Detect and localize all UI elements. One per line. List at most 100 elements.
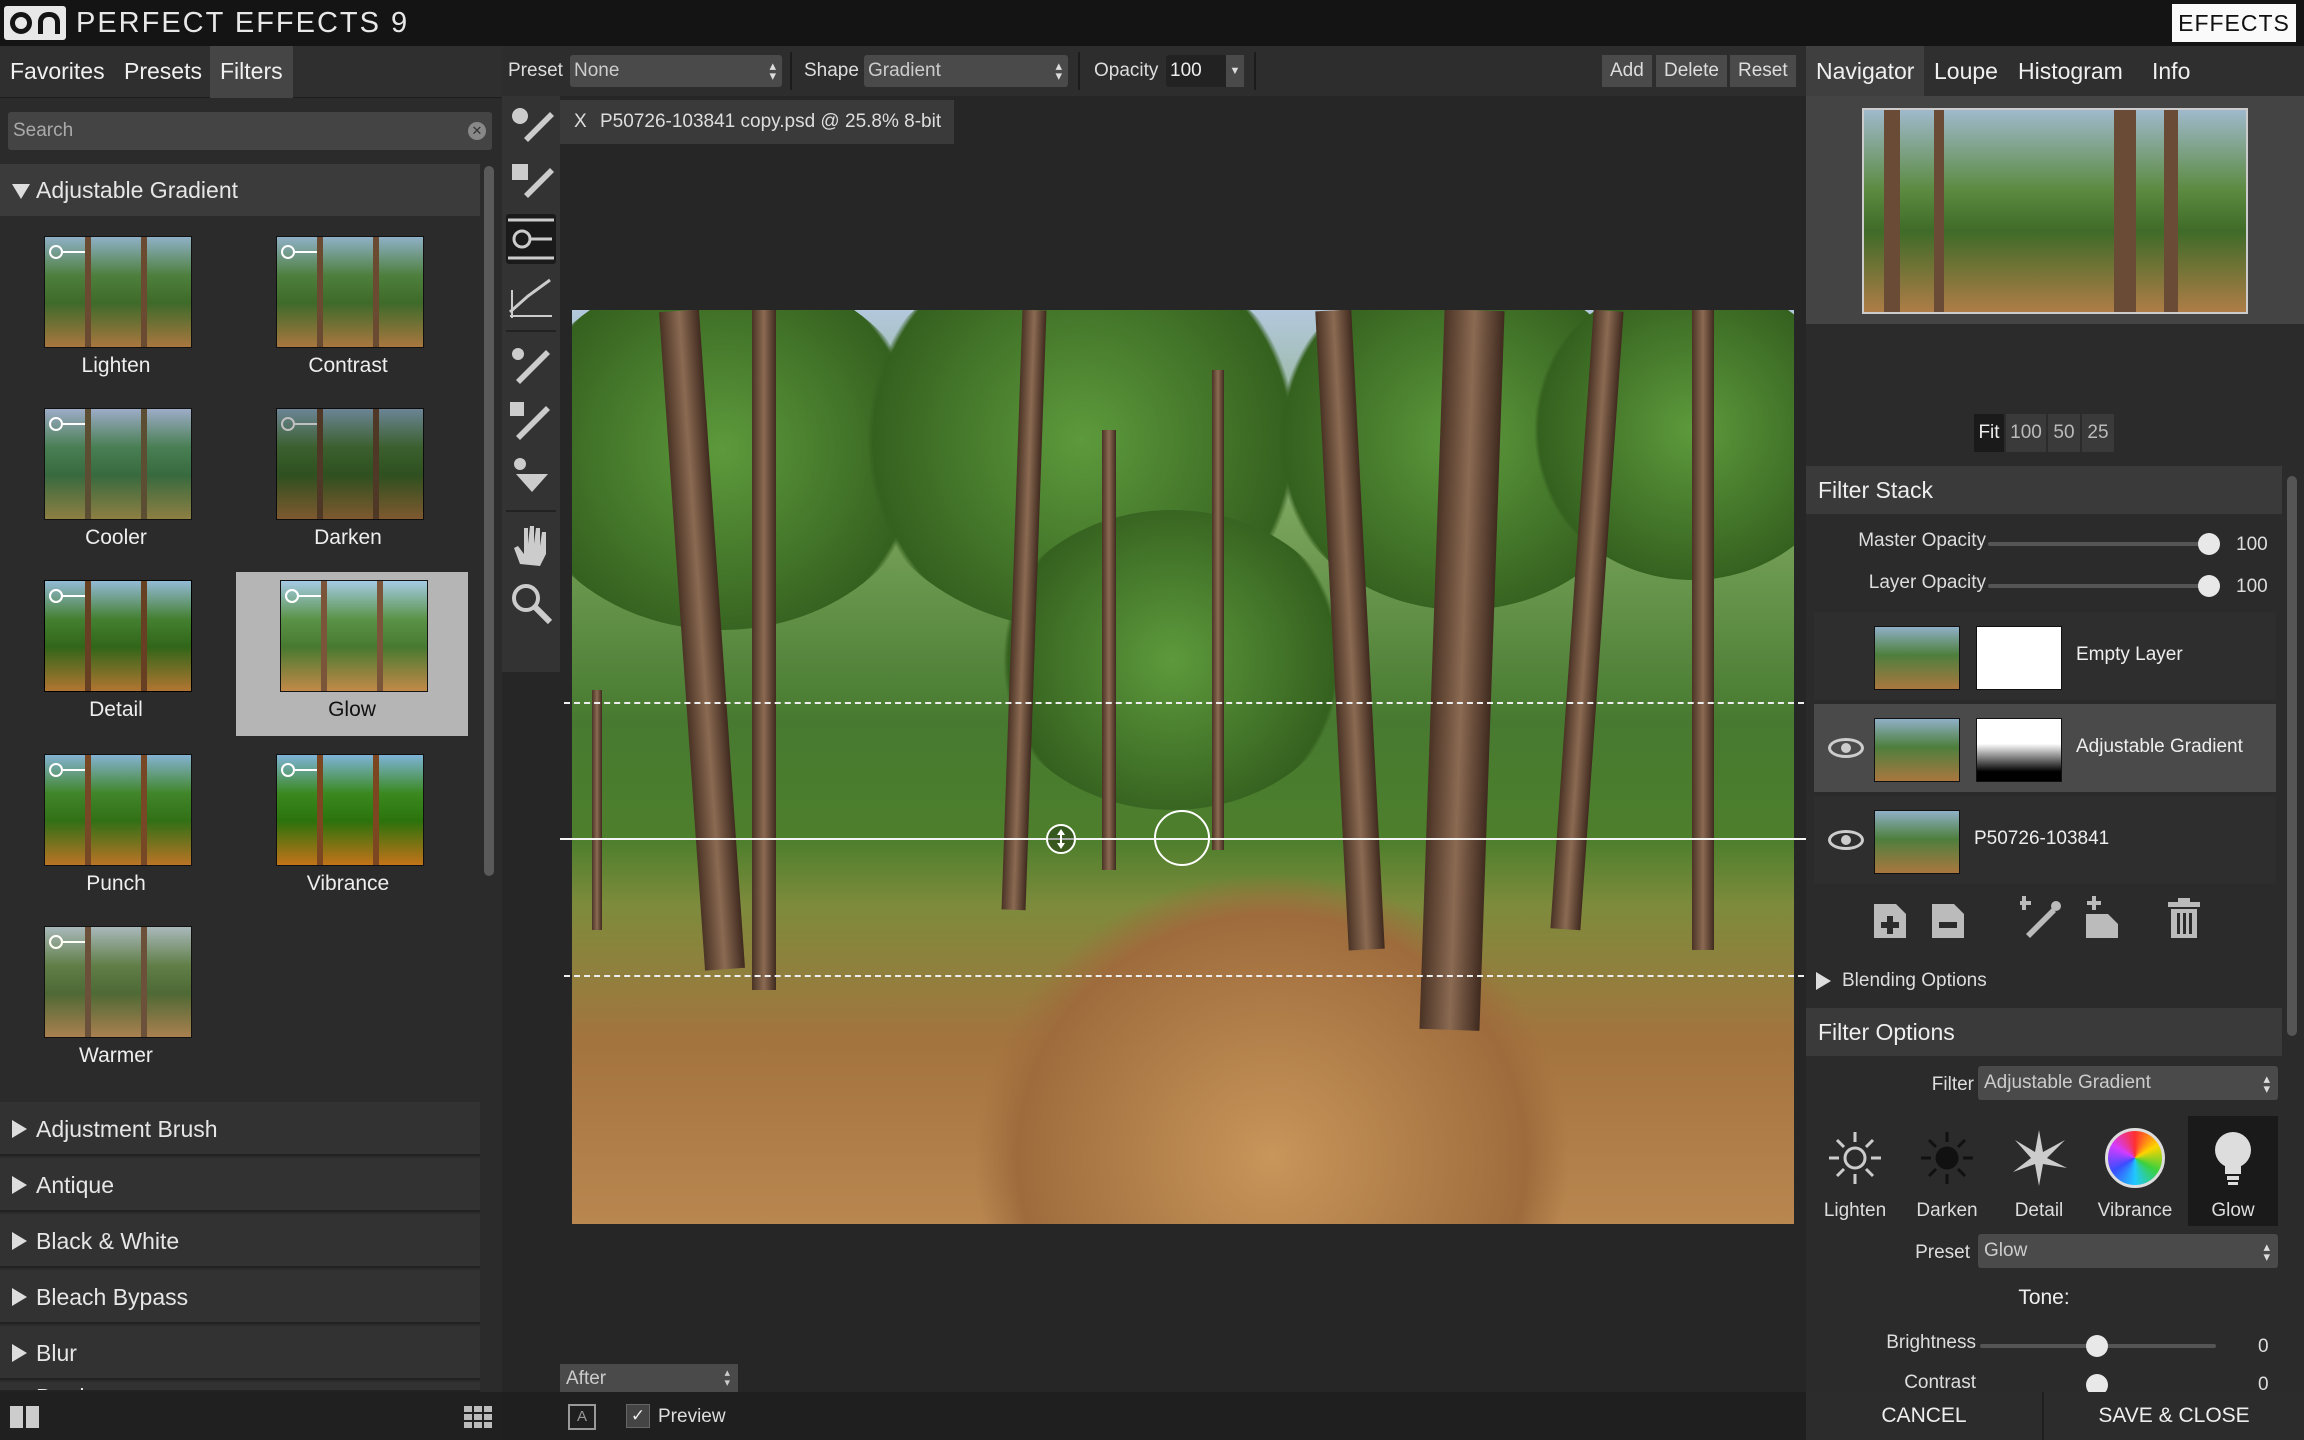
preset-value: None <box>574 60 620 81</box>
contrast-knob[interactable] <box>2086 1374 2108 1392</box>
collapsed-triangle-icon <box>12 1344 27 1362</box>
clear-search-icon[interactable]: ✕ <box>468 122 486 140</box>
save-close-button[interactable]: SAVE & CLOSE <box>2044 1392 2304 1440</box>
preset-select[interactable]: None ▴ ▾ <box>570 55 782 87</box>
eye-icon[interactable] <box>1828 830 1864 850</box>
zoom-100-button[interactable]: 100 <box>2006 414 2046 452</box>
filter-preset-select[interactable]: Glow ▴ ▾ <box>1978 1234 2278 1268</box>
preset-thumbnail <box>44 926 192 1038</box>
compare-a-icon[interactable]: A <box>568 1404 596 1430</box>
shape-select[interactable]: Gradient ▴ ▾ <box>864 55 1068 87</box>
group-blur[interactable]: Blur <box>0 1326 480 1380</box>
left-bottom-bar <box>0 1392 502 1440</box>
preset-tile-detail[interactable]: Detail <box>0 572 232 736</box>
zoom-50-button[interactable]: 50 <box>2048 414 2080 452</box>
tab-loupe[interactable]: Loupe <box>1924 46 2008 96</box>
gradient-tool-icon[interactable] <box>506 214 556 264</box>
filter-lighten-button[interactable]: Lighten <box>1810 1116 1900 1226</box>
bucket-tool-icon[interactable] <box>506 452 556 502</box>
cancel-button[interactable]: CANCEL <box>1806 1392 2042 1440</box>
effects-button[interactable]: EFFECTS <box>2172 4 2296 42</box>
group-bleach-bypass[interactable]: Bleach Bypass <box>0 1270 480 1324</box>
document-title: P50726-103841 copy.psd @ 25.8% 8-bit <box>600 111 942 132</box>
gradient-top-boundary[interactable] <box>564 702 1804 704</box>
erase-brush-icon[interactable] <box>506 396 556 446</box>
shape-label: Shape <box>804 60 859 81</box>
filter-stack-header[interactable]: Filter Stack <box>1806 466 2282 514</box>
gradient-rotate-handle-icon[interactable] <box>1046 824 1076 854</box>
view-mode-select[interactable]: After ▴ ▾ <box>560 1364 738 1394</box>
hand-tool-icon[interactable] <box>506 520 556 570</box>
layer-row[interactable]: Adjustable Gradient <box>1814 704 2276 792</box>
free-gradient-tool-icon[interactable] <box>506 272 556 322</box>
preset-label: Preset <box>508 60 563 81</box>
masking-brush-tool-icon[interactable] <box>506 156 556 206</box>
preview-checkbox[interactable]: ✓ <box>626 1404 650 1428</box>
tab-histogram[interactable]: Histogram <box>2008 46 2133 96</box>
layer-row[interactable]: P50726-103841 <box>1814 796 2276 884</box>
gradient-bottom-boundary[interactable] <box>564 975 1804 977</box>
add-button[interactable]: Add <box>1602 55 1652 87</box>
copy-mask-icon[interactable] <box>2017 894 2061 940</box>
layer-row[interactable]: Empty Layer <box>1814 612 2276 700</box>
remove-layer-icon[interactable] <box>1928 894 1968 940</box>
preset-tile-darken[interactable]: Darken <box>232 400 464 564</box>
document-tab[interactable]: X P50726-103841 copy.psd @ 25.8% 8-bit <box>560 100 954 144</box>
filter-label: Darken <box>1916 1200 1978 1221</box>
zoom-25-button[interactable]: 25 <box>2082 414 2114 452</box>
compare-view-icon[interactable] <box>10 1406 40 1428</box>
tab-presets[interactable]: Presets <box>114 46 212 98</box>
tab-favorites[interactable]: Favorites <box>0 46 115 98</box>
group-borders[interactable]: Borders <box>0 1382 480 1392</box>
zoom-fit-button[interactable]: Fit <box>1974 414 2004 452</box>
left-scrollbar[interactable] <box>482 166 496 1436</box>
brush-tool-icon[interactable] <box>506 100 556 150</box>
gradient-center-handle[interactable] <box>1154 810 1210 866</box>
merge-layer-icon[interactable] <box>2078 894 2118 940</box>
close-document-icon[interactable]: X <box>574 100 587 144</box>
layer-opacity-knob[interactable] <box>2198 575 2220 597</box>
preset-label: Lighten <box>81 354 151 377</box>
group-black-white[interactable]: Black & White <box>0 1214 480 1268</box>
preset-tile-warmer[interactable]: Warmer <box>0 918 232 1082</box>
filter-options-header[interactable]: Filter Options <box>1806 1008 2282 1056</box>
preset-tile-lighten[interactable]: Lighten <box>0 228 232 392</box>
tab-filters[interactable]: Filters <box>210 46 293 98</box>
tab-navigator[interactable]: Navigator <box>1806 46 1925 96</box>
group-antique[interactable]: Antique <box>0 1158 480 1212</box>
photo-forest-path[interactable] <box>572 310 1794 1224</box>
group-adjustable-gradient[interactable]: Adjustable Gradient <box>0 164 480 216</box>
filter-darken-button[interactable]: Darken <box>1902 1116 1992 1226</box>
reset-button[interactable]: Reset <box>1730 55 1796 87</box>
filter-glow-button[interactable]: Glow <box>2188 1116 2278 1226</box>
group-label: Blur <box>36 1340 77 1366</box>
eye-icon[interactable] <box>1828 738 1864 758</box>
add-layer-icon[interactable] <box>1870 894 1910 940</box>
filter-select[interactable]: Adjustable Gradient ▴ ▾ <box>1978 1066 2278 1100</box>
trash-icon[interactable] <box>2164 894 2204 940</box>
search-input[interactable]: Search ✕ <box>8 112 492 150</box>
filter-detail-button[interactable]: Detail <box>1994 1116 2084 1226</box>
opacity-dropdown-icon[interactable]: ▼ <box>1226 55 1244 87</box>
group-adjustment-brush[interactable]: Adjustment Brush <box>0 1102 480 1156</box>
delete-button[interactable]: Delete <box>1656 55 1727 87</box>
grid-view-icon[interactable] <box>464 1406 492 1428</box>
paint-brush-icon[interactable] <box>506 340 556 390</box>
brightness-knob[interactable] <box>2086 1335 2108 1357</box>
preset-tile-glow[interactable]: Glow <box>236 572 468 736</box>
filter-vibrance-button[interactable]: Vibrance <box>2090 1116 2180 1226</box>
preset-tile-cooler[interactable]: Cooler <box>0 400 232 564</box>
right-scrollbar[interactable] <box>2284 466 2300 1416</box>
navigator-thumbnail[interactable] <box>1862 108 2248 314</box>
preview-label: Preview <box>658 1406 726 1427</box>
master-opacity-slider[interactable] <box>1988 542 2208 546</box>
tab-info[interactable]: Info <box>2142 46 2200 96</box>
right-tabs: Navigator Loupe Histogram Info <box>1806 46 2304 96</box>
preset-tile-punch[interactable]: Punch <box>0 746 232 910</box>
master-opacity-knob[interactable] <box>2198 533 2220 555</box>
preset-tile-vibrance[interactable]: Vibrance <box>232 746 464 910</box>
preset-tile-contrast[interactable]: Contrast <box>232 228 464 392</box>
zoom-tool-icon[interactable] <box>506 578 556 628</box>
layer-opacity-slider[interactable] <box>1988 584 2208 588</box>
layer-mask <box>1976 718 2062 782</box>
